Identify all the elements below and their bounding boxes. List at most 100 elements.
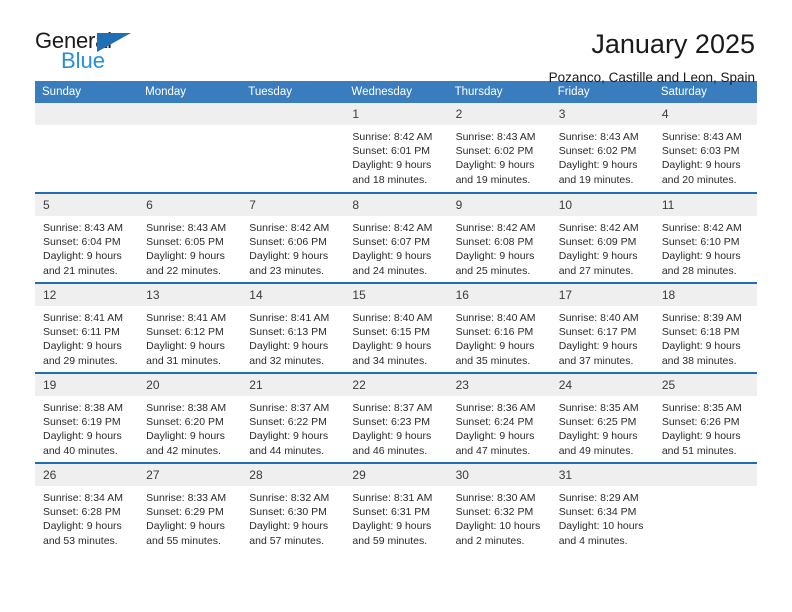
sunset-time: Sunset: 6:11 PM: [43, 326, 120, 339]
calendar-day-cell[interactable]: 19 Sunrise: 8:38 AM Sunset: 6:19 PM Dayligh…: [35, 372, 139, 463]
daylight-duration-line2: and 18 minutes.: [352, 173, 428, 186]
calendar-day-cell[interactable]: 2 Sunrise: 8:43 AM Sunset: 6:02 PM Daylight…: [447, 103, 551, 193]
daylight-duration-line1: Daylight: 9 hours: [558, 430, 638, 443]
daylight-duration-line2: and 31 minutes.: [146, 354, 221, 367]
day-details: Sunrise: 8:42 AM Sunset: 6:09 PM Daylight:…: [551, 216, 654, 278]
sunrise-time: Sunrise: 8:37 AM: [249, 402, 330, 414]
day-number: 2: [447, 103, 551, 125]
calendar-day-cell[interactable]: 10 Sunrise: 8:42 AM Sunset: 6:09 PM Dayligh…: [550, 192, 654, 283]
calendar-day-cell[interactable]: 11 Sunrise: 8:42 AM Sunset: 6:10 PM Dayligh…: [653, 192, 757, 283]
calendar-page: General Blue January 2025 Pozanco, Casti…: [0, 0, 792, 612]
daylight-duration-line1: Daylight: 9 hours: [661, 159, 741, 172]
daylight-duration-line1: Daylight: 9 hours: [43, 430, 122, 443]
calendar-day-cell[interactable]: 7 Sunrise: 8:42 AM Sunset: 6:06 PM Daylight…: [241, 192, 345, 283]
sunrise-time: Sunrise: 8:39 AM: [661, 312, 742, 324]
day-details: Sunrise: 8:30 AM Sunset: 6:32 PM Daylight:…: [448, 486, 551, 548]
day-details: [35, 125, 138, 130]
calendar-day-cell[interactable]: 5 Sunrise: 8:43 AM Sunset: 6:04 PM Daylight…: [35, 192, 139, 283]
daylight-duration-line1: Daylight: 9 hours: [455, 340, 535, 353]
sunrise-time: Sunrise: 8:35 AM: [661, 402, 742, 414]
day-details: Sunrise: 8:41 AM Sunset: 6:13 PM Daylight:…: [241, 306, 344, 368]
day-number: [138, 103, 242, 125]
day-number: [653, 464, 757, 486]
daylight-duration-line2: and 34 minutes.: [352, 354, 428, 367]
day-number: 13: [138, 284, 242, 306]
calendar-day-cell[interactable]: 31 Sunrise: 8:29 AM Sunset: 6:34 PM Dayligh…: [550, 462, 654, 553]
calendar-day-cell[interactable]: 13 Sunrise: 8:41 AM Sunset: 6:12 PM Dayligh…: [138, 282, 242, 373]
calendar-day-cell[interactable]: 29 Sunrise: 8:31 AM Sunset: 6:31 PM Dayligh…: [344, 462, 448, 553]
sunset-time: Sunset: 6:12 PM: [146, 326, 224, 339]
daylight-duration-line1: Daylight: 9 hours: [661, 250, 741, 263]
daylight-duration-line1: Daylight: 9 hours: [352, 159, 432, 172]
daylight-duration-line2: and 47 minutes.: [455, 444, 531, 457]
daylight-duration-line2: and 28 minutes.: [661, 264, 737, 277]
calendar-day-cell-empty: [653, 462, 757, 553]
calendar-day-cell[interactable]: 6 Sunrise: 8:43 AM Sunset: 6:05 PM Daylight…: [138, 192, 242, 283]
daylight-duration-line2: and 20 minutes.: [661, 173, 737, 186]
calendar-day-cell[interactable]: 12 Sunrise: 8:41 AM Sunset: 6:11 PM Dayligh…: [35, 282, 139, 373]
daylight-duration-line1: Daylight: 9 hours: [43, 520, 122, 533]
sunset-time: Sunset: 6:10 PM: [661, 236, 740, 249]
day-details: Sunrise: 8:31 AM Sunset: 6:31 PM Daylight:…: [344, 486, 447, 548]
calendar-day-cell[interactable]: 4 Sunrise: 8:43 AM Sunset: 6:03 PM Daylight…: [653, 103, 757, 193]
calendar-day-cell[interactable]: 24 Sunrise: 8:35 AM Sunset: 6:25 PM Dayligh…: [550, 372, 654, 463]
daylight-duration-line2: and 55 minutes.: [146, 534, 221, 547]
day-details: Sunrise: 8:42 AM Sunset: 6:07 PM Daylight:…: [344, 216, 447, 278]
calendar-day-cell[interactable]: 26 Sunrise: 8:34 AM Sunset: 6:28 PM Dayligh…: [35, 462, 139, 553]
calendar-day-cell[interactable]: 3 Sunrise: 8:43 AM Sunset: 6:02 PM Daylight…: [550, 103, 654, 193]
calendar-day-cell[interactable]: 8 Sunrise: 8:42 AM Sunset: 6:07 PM Daylight…: [344, 192, 448, 283]
calendar-day-cell[interactable]: 27 Sunrise: 8:33 AM Sunset: 6:29 PM Dayligh…: [138, 462, 242, 553]
daylight-duration-line2: and 49 minutes.: [558, 444, 634, 457]
day-details: Sunrise: 8:39 AM Sunset: 6:18 PM Daylight:…: [654, 306, 757, 368]
daylight-duration-line2: and 40 minutes.: [43, 444, 118, 457]
calendar-day-cell[interactable]: 28 Sunrise: 8:32 AM Sunset: 6:30 PM Dayligh…: [241, 462, 345, 553]
calendar-week-row: 19 Sunrise: 8:38 AM Sunset: 6:19 PM Dayligh…: [35, 372, 757, 463]
daylight-duration-line2: and 4 minutes.: [558, 534, 628, 547]
calendar-day-cell[interactable]: 15 Sunrise: 8:40 AM Sunset: 6:15 PM Dayligh…: [344, 282, 448, 373]
day-details: Sunrise: 8:41 AM Sunset: 6:12 PM Daylight:…: [138, 306, 241, 368]
sunrise-time: Sunrise: 8:35 AM: [558, 402, 639, 414]
calendar-day-cell[interactable]: 21 Sunrise: 8:37 AM Sunset: 6:22 PM Dayligh…: [241, 372, 345, 463]
sunrise-time: Sunrise: 8:29 AM: [558, 492, 639, 504]
day-number: 23: [447, 374, 551, 396]
day-details: Sunrise: 8:43 AM Sunset: 6:04 PM Daylight:…: [35, 216, 138, 278]
sunset-time: Sunset: 6:18 PM: [661, 326, 740, 339]
sunset-time: Sunset: 6:01 PM: [352, 145, 431, 158]
calendar-day-cell[interactable]: 1 Sunrise: 8:42 AM Sunset: 6:01 PM Daylight…: [344, 103, 448, 193]
daylight-duration-line1: Daylight: 9 hours: [146, 520, 225, 533]
daylight-duration-line1: Daylight: 9 hours: [146, 250, 225, 263]
calendar-day-cell-empty: [35, 103, 139, 193]
calendar-day-cell[interactable]: 20 Sunrise: 8:38 AM Sunset: 6:20 PM Dayligh…: [138, 372, 242, 463]
daylight-duration-line2: and 38 minutes.: [661, 354, 737, 367]
sunrise-time: Sunrise: 8:34 AM: [43, 492, 123, 504]
daylight-duration-line1: Daylight: 9 hours: [352, 520, 432, 533]
title-block: January 2025 Pozanco, Castille and Leon,…: [549, 29, 757, 84]
day-number: 16: [447, 284, 551, 306]
calendar-day-cell[interactable]: 18 Sunrise: 8:39 AM Sunset: 6:18 PM Dayligh…: [653, 282, 757, 373]
calendar-day-cell[interactable]: 22 Sunrise: 8:37 AM Sunset: 6:23 PM Dayligh…: [344, 372, 448, 463]
day-number: 26: [35, 464, 139, 486]
day-number: 31: [550, 464, 654, 486]
day-number: 7: [241, 194, 345, 216]
day-details: Sunrise: 8:38 AM Sunset: 6:19 PM Daylight:…: [35, 396, 138, 458]
day-details: [241, 125, 344, 130]
daylight-duration-line1: Daylight: 9 hours: [558, 250, 638, 263]
weekday-header-sunday: Sunday: [35, 81, 139, 103]
daylight-duration-line1: Daylight: 9 hours: [352, 430, 432, 443]
calendar-day-cell[interactable]: 9 Sunrise: 8:42 AM Sunset: 6:08 PM Daylight…: [447, 192, 551, 283]
calendar-day-cell[interactable]: 25 Sunrise: 8:35 AM Sunset: 6:26 PM Dayligh…: [653, 372, 757, 463]
weekday-header-thursday: Thursday: [447, 81, 551, 103]
calendar-day-cell[interactable]: 14 Sunrise: 8:41 AM Sunset: 6:13 PM Dayligh…: [241, 282, 345, 373]
day-number: 14: [241, 284, 345, 306]
calendar-day-cell[interactable]: 30 Sunrise: 8:30 AM Sunset: 6:32 PM Dayligh…: [447, 462, 551, 553]
calendar-day-cell[interactable]: 17 Sunrise: 8:40 AM Sunset: 6:17 PM Dayligh…: [550, 282, 654, 373]
day-number: 25: [653, 374, 757, 396]
sunset-time: Sunset: 6:25 PM: [558, 416, 637, 429]
sunset-time: Sunset: 6:32 PM: [455, 506, 534, 519]
daylight-duration-line1: Daylight: 9 hours: [146, 340, 225, 353]
sunset-time: Sunset: 6:02 PM: [455, 145, 534, 158]
calendar-day-cell[interactable]: 23 Sunrise: 8:36 AM Sunset: 6:24 PM Dayligh…: [447, 372, 551, 463]
sunrise-time: Sunrise: 8:32 AM: [249, 492, 330, 504]
day-number: 5: [35, 194, 139, 216]
calendar-day-cell[interactable]: 16 Sunrise: 8:40 AM Sunset: 6:16 PM Dayligh…: [447, 282, 551, 373]
